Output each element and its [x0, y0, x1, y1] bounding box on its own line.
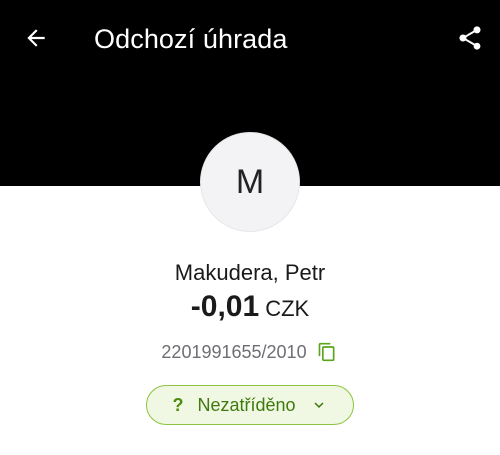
chevron-down-icon [310, 396, 328, 414]
transaction-detail-screen: Odchozí úhrada M Makudera, Petr -0,01 CZK… [0, 0, 500, 455]
question-icon: ? [172, 394, 184, 415]
amount-value: -0,01 [190, 290, 260, 323]
share-icon [459, 26, 481, 50]
account-number: 2201991655/2010 [161, 341, 307, 362]
amount: -0,01 CZK [0, 290, 500, 324]
page-title: Odchozí úhrada [94, 24, 288, 54]
back-button[interactable] [18, 20, 54, 56]
copy-account-button[interactable] [315, 340, 339, 364]
counterparty-name: Makudera, Petr [174, 260, 326, 285]
account-number-row: 2201991655/2010 [0, 340, 500, 364]
category-selector[interactable]: ? Nezatříděno [146, 385, 354, 425]
amount-currency: CZK [265, 296, 310, 321]
avatar: M [200, 132, 300, 232]
share-button[interactable] [452, 20, 488, 56]
arrow-left-icon [27, 29, 45, 47]
copy-icon [318, 342, 335, 362]
category-label: Nezatříděno [197, 394, 296, 415]
